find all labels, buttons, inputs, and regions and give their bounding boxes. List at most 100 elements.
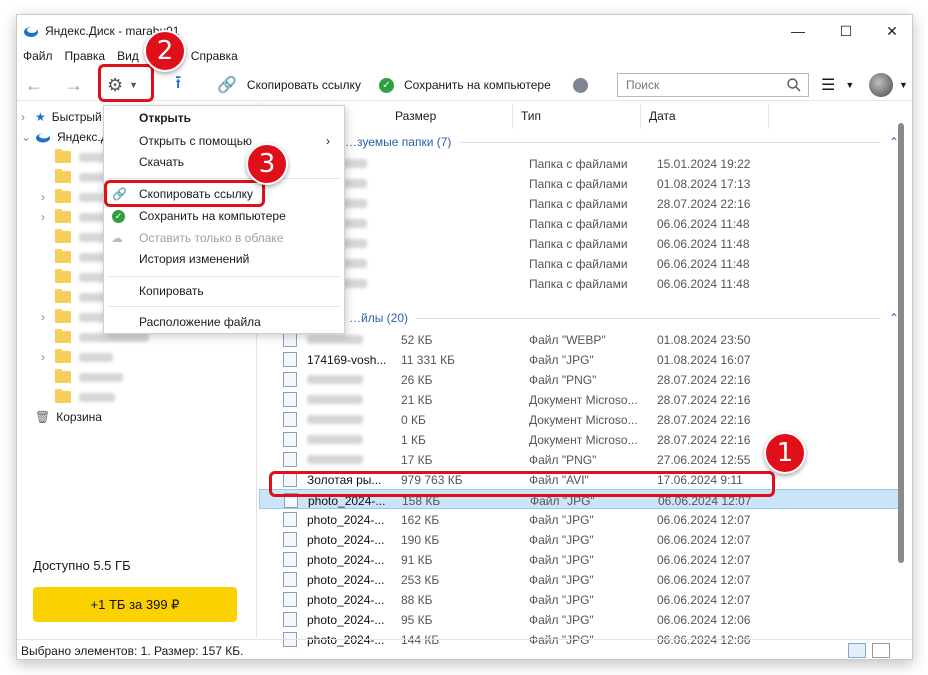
file-icon — [283, 332, 297, 347]
file-name: photo_2024-... — [307, 573, 385, 587]
folder-icon — [55, 189, 71, 203]
folder-icon — [55, 329, 71, 343]
tree-folder[interactable]: › — [41, 347, 113, 367]
file-size: 0 КБ — [401, 413, 426, 427]
file-row[interactable]: photo_2024-... 253 КБ Файл "JPG" 06.06.2024… — [259, 569, 899, 589]
menu-file-location[interactable]: Расположение файла — [104, 312, 344, 332]
file-type: Файл "JPG" — [529, 573, 594, 587]
folder-type: Папка с файлами — [529, 237, 628, 251]
file-name: photo_2024-... — [307, 553, 385, 567]
file-name: photo_2024-... — [307, 613, 385, 627]
minimize-button[interactable]: — — [775, 15, 821, 47]
menu-history[interactable]: История изменений — [104, 249, 344, 269]
column-size[interactable]: Размер — [389, 103, 513, 129]
folder-date: 15.01.2024 19:22 — [657, 157, 751, 171]
history-clock-icon[interactable] — [573, 73, 588, 97]
file-row[interactable]: photo_2024-... 91 КБ Файл "JPG" 06.06.2024 … — [259, 549, 899, 569]
file-size: 91 КБ — [401, 553, 433, 567]
folder-icon — [55, 269, 71, 283]
file-date: 28.07.2024 22:16 — [657, 413, 751, 427]
tree-folder[interactable] — [55, 387, 115, 407]
scrollbar[interactable] — [898, 123, 904, 563]
file-row[interactable]: 174169-vosh... 11 331 КБ Файл "JPG" 01.08.2… — [259, 349, 899, 369]
folder-row[interactable]: Папка с файлами 28.07.2024 22:16 — [259, 193, 899, 213]
back-arrow-icon[interactable]: ← — [25, 73, 43, 97]
chevron-down-icon: ▼ — [899, 80, 908, 90]
menu-help[interactable]: Справка — [185, 47, 244, 67]
file-row[interactable]: 52 КБ Файл "WEBP" 01.08.2024 23:50 — [259, 329, 899, 349]
file-name: 174169-vosh... — [307, 353, 387, 367]
upload-icon[interactable]: ⭱ — [175, 72, 181, 97]
file-row[interactable]: photo_2024-... 190 КБ Файл "JPG" 06.06.2024… — [259, 529, 899, 549]
file-date: 06.06.2024 12:06 — [657, 613, 751, 627]
details-view-icon[interactable] — [848, 643, 866, 658]
tree-trash[interactable]: 🗑 Корзина — [35, 407, 102, 427]
step-badge-3: 3 — [246, 143, 288, 185]
buy-storage-button[interactable]: +1 ТБ за 399 ₽ — [33, 587, 237, 622]
folder-row[interactable]: Папка с файлами 15.01.2024 19:22 — [259, 153, 899, 173]
folder-row[interactable]: Папка с файлами 06.06.2024 11:48 — [259, 253, 899, 273]
close-button[interactable]: ✕ — [869, 15, 912, 47]
file-size: 95 КБ — [401, 613, 433, 627]
group-folders[interactable]: …зуемые папки (7) ⌃ — [259, 133, 899, 151]
tiles-view-icon[interactable] — [872, 643, 890, 658]
folder-row[interactable]: Папка с файлами 06.06.2024 11:48 — [259, 213, 899, 233]
folder-date: 06.06.2024 11:48 — [657, 257, 750, 271]
folder-row[interactable]: Папка с файлами 01.08.2024 17:13 — [259, 173, 899, 193]
avatar[interactable]: ▼ — [869, 73, 908, 97]
menu-open[interactable]: Открыть — [104, 108, 344, 128]
chevron-right-icon: › — [21, 110, 25, 124]
file-row[interactable]: 0 КБ Документ Microso... 28.07.2024 22:16 — [259, 409, 899, 429]
maximize-button[interactable]: ☐ — [823, 15, 869, 47]
file-icon — [283, 512, 297, 527]
folder-type: Папка с файлами — [529, 197, 628, 211]
check-icon: ✓ — [379, 77, 394, 93]
file-row[interactable]: photo_2024-... 162 КБ Файл "JPG" 06.06.2024… — [259, 509, 899, 529]
file-size: 253 КБ — [401, 573, 440, 587]
column-date[interactable]: Дата — [643, 103, 769, 129]
file-name: photo_2024-... — [307, 513, 385, 527]
file-type: Файл "JPG" — [529, 613, 594, 627]
highlight-settings — [98, 64, 154, 102]
file-name-blurred — [307, 435, 363, 444]
folder-row[interactable]: Папка с файлами 06.06.2024 11:48 — [259, 273, 899, 293]
file-icon — [283, 412, 297, 427]
folder-icon — [55, 149, 71, 163]
tree-folder[interactable] — [55, 367, 123, 387]
star-icon: ★ — [35, 110, 46, 124]
file-size: 52 КБ — [401, 333, 433, 347]
forward-arrow-icon[interactable]: → — [65, 73, 83, 97]
menu-download[interactable]: Скачать — [104, 152, 344, 172]
file-size: 162 КБ — [401, 513, 440, 527]
column-type[interactable]: Тип — [515, 103, 641, 129]
group-files[interactable]: …йлы (20) ⌃ — [259, 309, 899, 327]
folder-row[interactable]: Папка с файлами 06.06.2024 11:48 — [259, 233, 899, 253]
toolbar-save-button[interactable]: ✓ Сохранить на компьютере — [379, 73, 551, 97]
file-name-blurred — [307, 395, 363, 404]
file-name-blurred — [307, 375, 363, 384]
menu-save-to-pc[interactable]: ✓ Сохранить на компьютере — [104, 206, 344, 226]
yandex-disk-icon — [36, 133, 50, 143]
chevron-down-icon: ⌄ — [21, 130, 32, 144]
tree-folder[interactable]: › — [41, 207, 109, 227]
chevron-right-icon: › — [326, 134, 330, 148]
menu-open-with[interactable]: Открыть с помощью › — [104, 131, 344, 151]
file-list: Размер Тип Дата …зуемые папки (7) ⌃ Папка… — [259, 103, 904, 647]
file-row[interactable]: 26 КБ Файл "PNG" 28.07.2024 22:16 — [259, 369, 899, 389]
menu-copy[interactable]: Копировать — [104, 281, 344, 301]
file-row[interactable]: photo_2024-... 95 КБ Файл "JPG" 06.06.2024 … — [259, 609, 899, 629]
file-size: 88 КБ — [401, 593, 433, 607]
view-list-icon[interactable]: ☰ ▼ — [821, 73, 854, 97]
file-row[interactable]: 21 КБ Документ Microso... 28.07.2024 22:16 — [259, 389, 899, 409]
menu-file[interactable]: Файл — [17, 47, 59, 67]
cloud-icon: ☁ — [111, 231, 123, 245]
folder-date: 06.06.2024 11:48 — [657, 237, 750, 251]
toolbar-copy-link-button[interactable]: 🔗 Скопировать ссылку — [217, 73, 361, 97]
search-input[interactable]: Поиск — [617, 73, 809, 97]
file-icon — [283, 352, 297, 367]
file-date: 06.06.2024 12:07 — [657, 593, 751, 607]
folder-icon — [55, 289, 71, 303]
file-size: 1 КБ — [401, 433, 426, 447]
file-name-blurred — [307, 335, 363, 344]
file-row[interactable]: photo_2024-... 88 КБ Файл "JPG" 06.06.2024 … — [259, 589, 899, 609]
